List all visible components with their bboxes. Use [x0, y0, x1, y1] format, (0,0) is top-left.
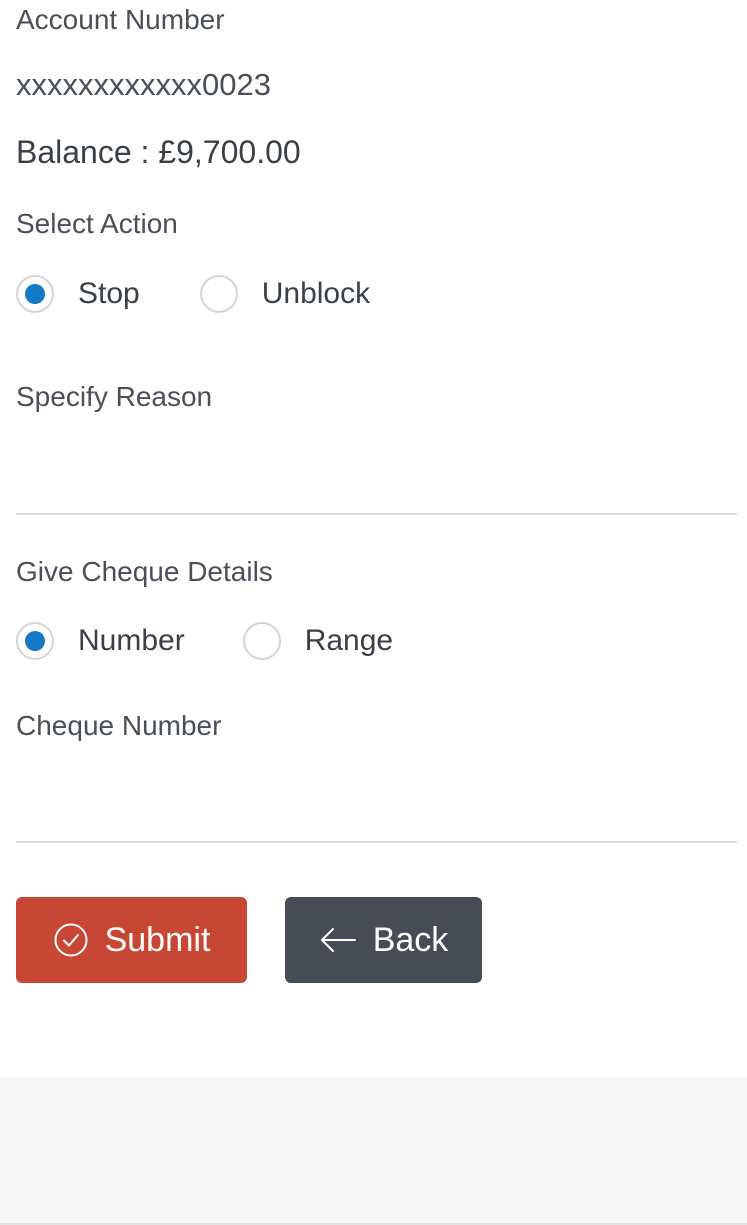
action-option-stop[interactable]: Stop: [16, 275, 140, 313]
arrow-left-icon: [319, 925, 357, 955]
specify-reason-label: Specify Reason: [16, 381, 213, 412]
cheque-option-number-label: Number: [78, 624, 185, 657]
cheque-number-field-underline: [16, 841, 737, 843]
radio-number-selected[interactable]: [16, 622, 54, 660]
submit-button[interactable]: Submit: [16, 897, 247, 983]
cheque-option-number[interactable]: Number: [16, 622, 185, 660]
cheque-option-range[interactable]: Range: [242, 622, 394, 660]
reason-input[interactable]: [16, 448, 737, 508]
back-button-label: Back: [372, 920, 449, 959]
back-button[interactable]: Back: [285, 897, 482, 983]
radio-dot: [25, 631, 45, 651]
submit-button-label: Submit: [104, 920, 211, 959]
radio-dot: [25, 284, 45, 304]
action-option-unblock[interactable]: Unblock: [199, 275, 371, 313]
account-number-label: Account Number: [16, 4, 225, 35]
account-number-value: xxxxxxxxxxxx0023: [16, 67, 271, 102]
cheque-option-range-label: Range: [304, 624, 394, 657]
select-action-label: Select Action: [16, 208, 178, 239]
radio-range[interactable]: [242, 622, 281, 660]
action-option-stop-label: Stop: [78, 277, 140, 310]
radio-stop-selected[interactable]: [16, 275, 54, 313]
action-radio-group: Stop Unblock: [16, 274, 370, 314]
stop-cheque-form-page: Account Number xxxxxxxxxxxx0023 Balance …: [0, 0, 747, 1225]
reason-field-underline: [16, 513, 737, 515]
radio-unblock[interactable]: [199, 275, 238, 313]
cheque-details-label: Give Cheque Details: [16, 556, 273, 587]
check-circle-icon: [53, 922, 89, 958]
balance-text: Balance : £9,700.00: [16, 134, 301, 170]
action-option-unblock-label: Unblock: [261, 277, 371, 310]
cheque-number-input[interactable]: [16, 776, 737, 836]
footer-area: [0, 1077, 747, 1225]
cheque-details-radio-group: Number Range: [16, 621, 393, 661]
cheque-number-label: Cheque Number: [16, 710, 222, 741]
